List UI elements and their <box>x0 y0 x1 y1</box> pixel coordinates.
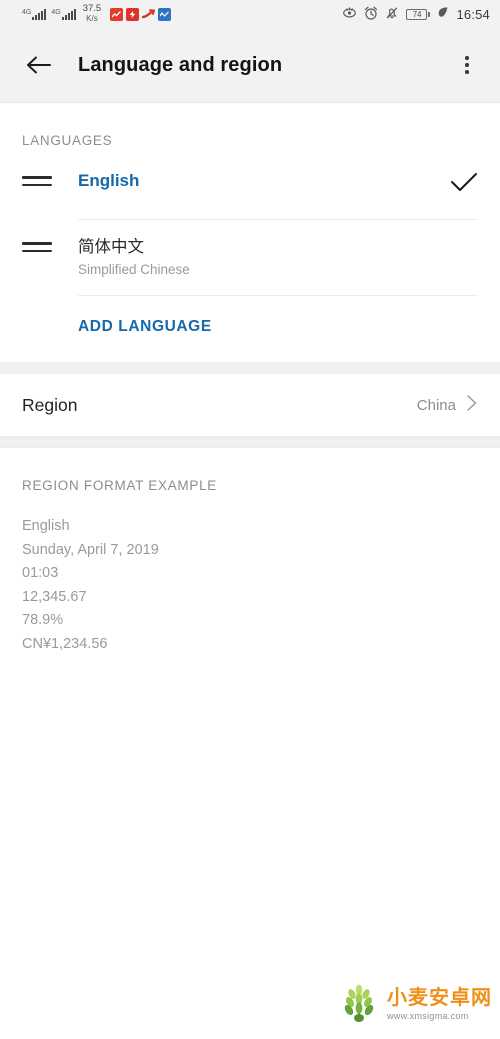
region-format-card: REGION FORMAT EXAMPLE English Sunday, Ap… <box>0 448 500 656</box>
chart-app-icon <box>158 7 172 21</box>
language-chinese-inner: 简体中文 Simplified Chinese <box>78 236 478 279</box>
language-divider-1 <box>78 219 478 220</box>
signal-indicator-2: 4G <box>51 8 76 20</box>
arrow-left-icon <box>27 56 51 74</box>
region-format-line: 01:03 <box>22 565 59 581</box>
trend-app-icon <box>142 8 156 21</box>
language-chinese-texts: 简体中文 Simplified Chinese <box>78 236 190 279</box>
network-speed-unit: K/s <box>86 14 98 23</box>
battery-level-label: 74 <box>406 8 428 20</box>
language-english-inner: English <box>78 170 478 199</box>
alert-app-icon <box>126 7 140 21</box>
language-subtitle-simplified-chinese: Simplified Chinese <box>78 262 190 277</box>
region-row[interactable]: Region China <box>0 374 500 436</box>
app-bar: Language and region <box>0 28 500 103</box>
watermark-url: www.xmsigma.com <box>387 1011 469 1021</box>
status-bar-clock: 16:54 <box>456 6 490 22</box>
region-format-line: CN¥1,234.56 <box>22 635 108 652</box>
watermark: 小麦安卓网 www.xmsigma.com <box>337 980 492 1029</box>
check-icon <box>450 172 478 199</box>
language-chinese-body: 简体中文 Simplified Chinese <box>78 236 478 279</box>
watermark-text: 小麦安卓网 www.xmsigma.com <box>387 988 492 1021</box>
region-format-list: English Sunday, April 7, 2019 01:03 12,3… <box>0 493 500 656</box>
notification-icons <box>110 7 172 21</box>
status-bar-right: 74 16:54 <box>342 6 490 23</box>
region-format-line: 78.9% <box>22 612 64 628</box>
section-gap-2 <box>0 436 500 448</box>
power-saving-leaf-icon <box>437 6 449 22</box>
region-format-line: 12,345.67 <box>22 588 87 605</box>
language-english-body: English <box>78 170 478 199</box>
drag-handle-bar-1 <box>22 242 52 245</box>
languages-section-header: LANGUAGES <box>22 133 113 148</box>
settings-scroll-container[interactable]: LANGUAGES English 简体中文 Simplified Chines… <box>0 103 500 1039</box>
add-language-button[interactable]: ADD LANGUAGE <box>0 296 500 362</box>
section-gap-1 <box>0 362 500 374</box>
wheat-logo-icon <box>337 980 381 1029</box>
eye-icon <box>342 6 357 22</box>
network-speed-value: 37.5 <box>82 3 102 14</box>
battery-nub <box>428 11 431 17</box>
signal-indicator-1: 4G <box>22 8 47 20</box>
drag-handle-bar-2 <box>22 183 52 187</box>
language-name-english: English <box>78 171 140 190</box>
language-row-simplified-chinese[interactable]: 简体中文 Simplified Chinese <box>0 236 500 279</box>
drag-handle-icon[interactable] <box>22 170 56 187</box>
network-speed-indicator: 37.5 K/s <box>83 4 102 24</box>
chevron-right-icon <box>466 394 478 417</box>
signal-bars-icon-1 <box>32 8 47 20</box>
battery-icon: 74 <box>406 8 431 20</box>
region-card: Region China <box>0 374 500 436</box>
page-title: Language and region <box>78 53 283 76</box>
network-type-label-2: 4G <box>51 8 61 16</box>
overflow-dot-2 <box>465 63 469 67</box>
languages-card: LANGUAGES English 简体中文 Simplified Chines… <box>0 103 500 362</box>
drag-handle-bar-1 <box>22 176 52 179</box>
status-bar: 4G 4G 37.5 K/s 74 16:54 <box>0 0 500 28</box>
region-format-line: English <box>22 518 70 534</box>
drag-handle-bar-2 <box>22 249 52 253</box>
watermark-title: 小麦安卓网 <box>387 987 492 1009</box>
back-button[interactable] <box>22 48 56 82</box>
language-english-texts: English <box>78 170 139 192</box>
overflow-dot-1 <box>465 56 469 60</box>
region-format-header: REGION FORMAT EXAMPLE <box>22 478 217 493</box>
region-label: Region <box>22 394 78 415</box>
status-bar-left: 4G 4G 37.5 K/s <box>22 4 172 24</box>
overflow-dot-3 <box>465 70 469 74</box>
stock-app-icon <box>110 7 124 21</box>
language-name-simplified-chinese: 简体中文 <box>78 238 144 256</box>
more-vertical-icon[interactable] <box>450 48 484 82</box>
language-row-english[interactable]: English <box>0 170 500 199</box>
drag-handle-icon[interactable] <box>22 236 56 253</box>
region-format-line: Sunday, April 7, 2019 <box>22 541 159 558</box>
region-value-group: China <box>417 394 478 417</box>
alarm-icon <box>364 6 378 23</box>
signal-bars-icon-2 <box>61 8 76 20</box>
network-type-label-1: 4G <box>22 8 32 16</box>
region-value: China <box>416 396 456 414</box>
bell-muted-icon <box>385 6 399 23</box>
